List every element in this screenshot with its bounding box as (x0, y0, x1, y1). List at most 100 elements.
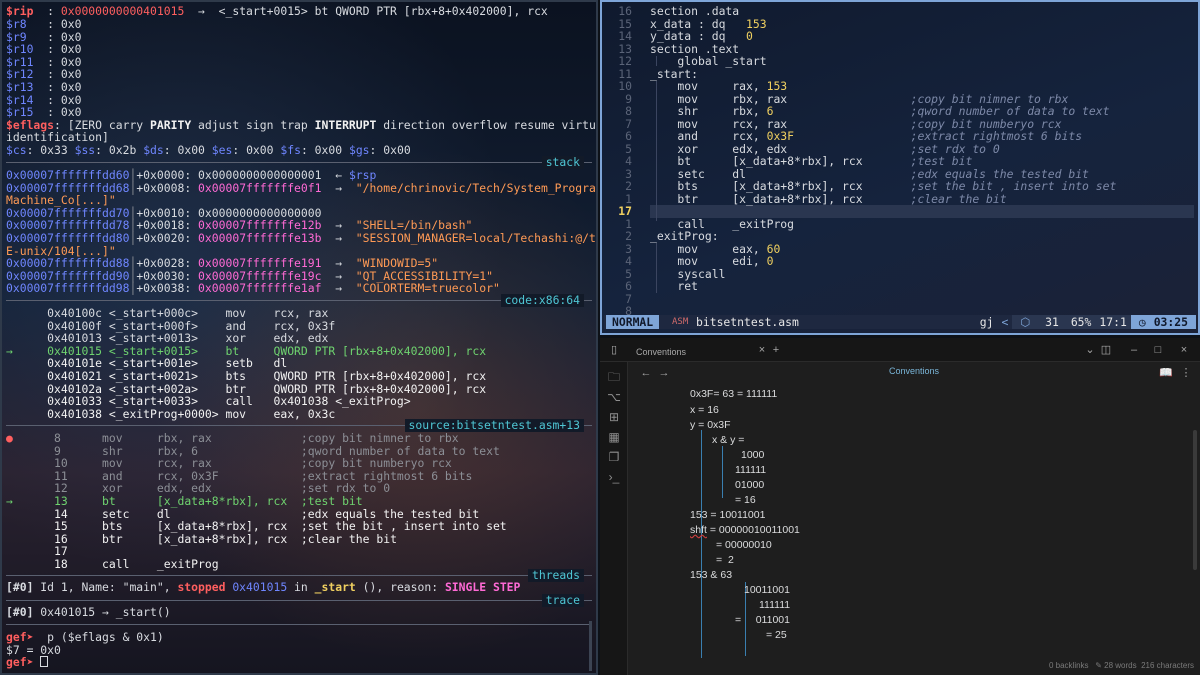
nvim-statusline: NORMAL ASM bitsetntest.asm gj < ⬡ 31 65%… (604, 315, 1196, 329)
line-number: 6 (625, 279, 632, 293)
note-line[interactable]: = 011001 (735, 614, 790, 626)
note-line[interactable]: shft = 00000010011001 (690, 524, 800, 536)
trace-section-label: trace (541, 594, 584, 607)
code-line[interactable]: 16 section .data (602, 4, 739, 18)
line-number: 10 (618, 79, 632, 93)
line-number: 2 (625, 229, 632, 243)
code-line[interactable]: 8 shr rbx, 6 ;qword number of data to te… (602, 104, 1109, 118)
obsidian-window[interactable]: ▯ Conventions × + ⌄ ◫ – □ × 🗀 ⌥ ⊞ ▦ ❐ ›_… (600, 338, 1200, 675)
note-line[interactable]: 111111 (759, 599, 790, 611)
stack-row: 0x00007fffffffdd98│+0x0038: 0x00007fffff… (6, 281, 500, 296)
code-line[interactable]: 6 and rcx, 0x3F ;extract rightmost 6 bit… (602, 130, 1082, 143)
register-rip: $rip : 0x0000000000401015 → <_start+0015… (6, 4, 548, 18)
note-line[interactable]: 153 & 63 (690, 569, 732, 581)
code-line[interactable]: 4 mov edi, 0 (602, 255, 773, 268)
numeric-literal: 0 (746, 29, 753, 43)
clock: ◷ 03:25 (1130, 315, 1196, 329)
reading-view-icon[interactable]: 📖 (1156, 362, 1176, 384)
note-line[interactable]: = 2 (716, 554, 734, 566)
note-line[interactable]: = 25 (766, 629, 787, 641)
code-line[interactable]: 14 y_data : dq 0 (602, 29, 753, 43)
code-line[interactable]: 4 bt [x_data+8*rbx], rcx ;test bit (602, 154, 972, 168)
line-number: 4 (625, 154, 632, 168)
indent-line (701, 430, 702, 658)
nvim-editor[interactable]: 16 section .data 15 x_data : dq 153 14 y_data… (600, 0, 1200, 335)
code-text: ret (650, 279, 699, 293)
note-line[interactable]: x & y = (712, 434, 744, 446)
line-number: 8 (625, 104, 632, 118)
threads-divider (6, 575, 592, 576)
minimize-icon[interactable]: – (1124, 338, 1144, 362)
line-number: 14 (618, 29, 632, 43)
note-line[interactable]: = 16 (735, 494, 756, 506)
stack-divider (6, 162, 592, 163)
tab-conventions[interactable]: Conventions (636, 342, 686, 362)
clock-icon: ◷ (1138, 315, 1146, 329)
file-name: bitsetntest.asm (696, 315, 799, 329)
note-line[interactable]: 153 = 10011001 (690, 509, 765, 521)
chevron-left-icon: < (1001, 315, 1009, 329)
note-line[interactable]: 01000 (735, 479, 764, 491)
calendar-icon[interactable]: ▦ (607, 430, 621, 444)
trace-row: [#0] 0x401015 → _start() (6, 605, 171, 619)
terminal-scrollbar[interactable] (589, 621, 592, 671)
code-line[interactable]: 10 mov rax, 153 (602, 79, 787, 93)
line-number: 12 (618, 54, 632, 68)
keys-pending: gj (979, 315, 994, 329)
code-section-label: code:x86:64 (500, 294, 584, 307)
status-bar: 0 backlinks ✎ 28 words 216 characters (1049, 661, 1194, 670)
canvas-icon[interactable]: ⊞ (607, 410, 621, 424)
code-line-current[interactable]: 17 (602, 205, 632, 218)
sidebar-toggle-icon[interactable]: ▯ (604, 338, 624, 362)
note-line[interactable]: 111111 (735, 464, 766, 476)
note-scrollbar[interactable] (1193, 430, 1197, 570)
threads-section-label: threads (527, 569, 584, 582)
indent-line (722, 446, 723, 498)
filetype-icon: ASM (672, 317, 689, 327)
disasm-row: 0x401038 <_exitProg+0000> mov eax, 0x3c (47, 406, 336, 421)
files-icon[interactable]: 🗀 (607, 370, 621, 384)
lsp-indicator: ⬡ 31 (1012, 315, 1067, 329)
source-row: 18 call _exitProg (54, 557, 219, 571)
backlinks-count[interactable]: 0 backlinks (1049, 661, 1089, 670)
copy-icon[interactable]: ❐ (607, 450, 621, 464)
note-line[interactable]: = 00000010 (716, 539, 772, 551)
graph-icon[interactable]: ⌥ (607, 390, 621, 404)
note-navbar: ← → Conventions 📖 ⋮ (628, 362, 1200, 384)
line-number: 2 (625, 179, 632, 193)
note-line[interactable]: x = 16 (690, 404, 719, 416)
maximize-icon[interactable]: □ (1148, 338, 1168, 362)
prompt-divider (6, 624, 592, 625)
code-text: btr [x_data+8*rbx], rcx ;clear the bit (650, 191, 1007, 206)
note-line[interactable]: y = 0x3F (690, 419, 731, 431)
mode-indicator: NORMAL (606, 315, 660, 329)
cube-icon: ⬡ (1020, 315, 1031, 329)
word-count: 28 words (1104, 661, 1137, 670)
right-sidebar-toggle-icon[interactable]: ◫ (1096, 338, 1116, 362)
trace-divider (6, 600, 592, 601)
gdb-terminal[interactable]: $rip : 0x0000000000401015 → <_start+0015… (0, 0, 598, 675)
note-line[interactable]: 10011001 (744, 584, 790, 596)
note-title: Conventions (888, 366, 940, 376)
line-number: 17 (618, 204, 632, 218)
ribbon: 🗀 ⌥ ⊞ ▦ ❐ ›_ (600, 362, 628, 675)
title-bar: ▯ Conventions × + ⌄ ◫ – □ × (600, 338, 1200, 362)
new-tab-icon[interactable]: + (766, 338, 786, 362)
char-count: 216 characters (1141, 661, 1194, 670)
code-line[interactable]: 2 bts [x_data+8*rbx], rcx ;set the bit ,… (602, 179, 1116, 193)
terminal-icon[interactable]: ›_ (607, 470, 621, 484)
close-icon[interactable]: × (1174, 338, 1194, 362)
cursor-position: 17:1 (1095, 315, 1131, 329)
line-number: 16 (618, 4, 632, 18)
more-options-icon[interactable]: ⋮ (1176, 362, 1196, 384)
code-line[interactable]: 6 ret (602, 279, 698, 293)
pencil-icon[interactable]: ✎ (1095, 661, 1102, 670)
gdb-prompt-input[interactable]: gef➤ (6, 656, 49, 669)
code-line[interactable]: 2 _exitProg: (602, 229, 718, 243)
percent-indicator: 65% (1066, 315, 1096, 329)
stack-section-label: stack (541, 156, 584, 169)
code-line[interactable]: 12 global _start (602, 54, 766, 68)
note-line[interactable]: 1000 (741, 449, 764, 461)
segment-registers: $cs: 0x33 $ss: 0x2b $ds: 0x00 $es: 0x00 … (6, 143, 411, 157)
note-line[interactable]: 0x3F= 63 = 111111 (690, 388, 777, 400)
